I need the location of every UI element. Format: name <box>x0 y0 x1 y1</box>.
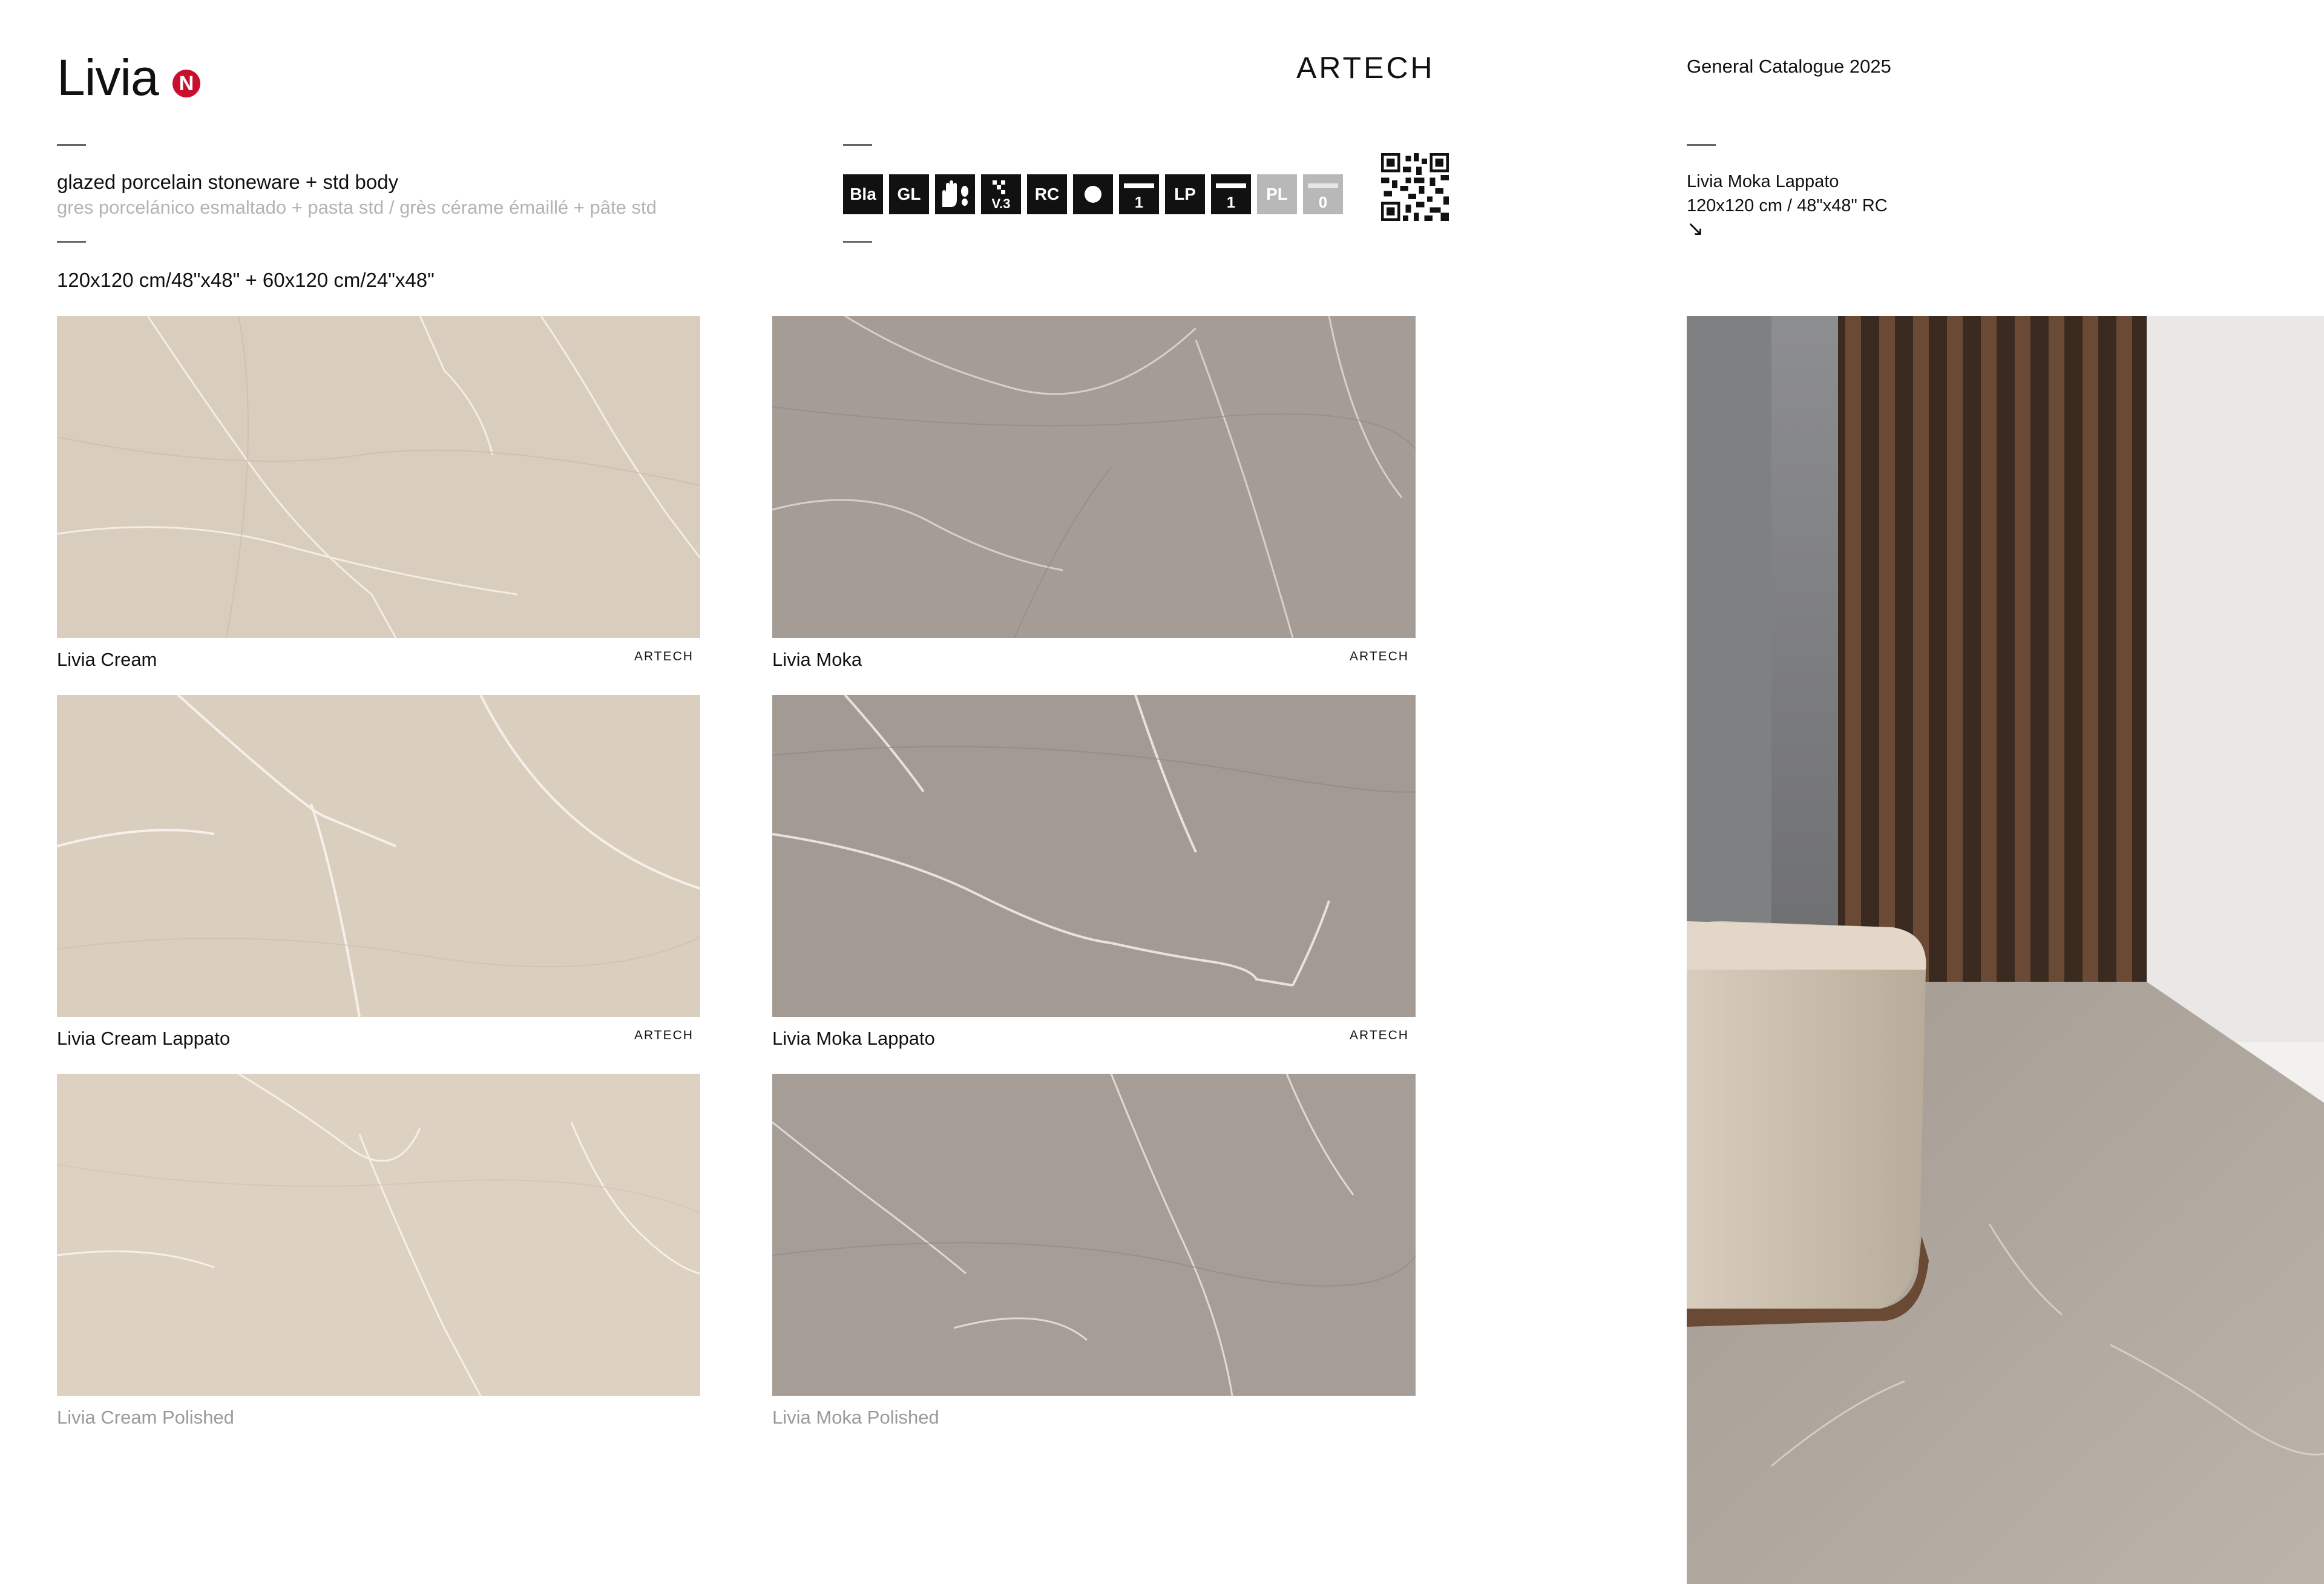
qr-code-icon[interactable] <box>1381 153 1449 221</box>
tile-base <box>57 1074 700 1396</box>
ambient-product-name: Livia Moka Lappato <box>1687 172 1839 191</box>
tile-base <box>57 316 700 638</box>
shoe-bar <box>1124 183 1154 188</box>
slip-resistance-icon: 1 <box>1119 174 1159 214</box>
tile-brand-mark: ARTECH <box>634 1028 694 1042</box>
dot-icon <box>1073 174 1113 214</box>
tile-sample-cream-lappato <box>57 695 700 1017</box>
tile-brand-mark: ARTECH <box>1350 649 1409 663</box>
tile-brand-mark: ARTECH <box>634 649 694 663</box>
ambient-photo <box>1687 316 2324 1584</box>
divider <box>1687 144 1716 146</box>
new-badge: N <box>172 70 200 97</box>
tile-sample-cream <box>57 316 700 638</box>
shade-dots-glyph <box>993 180 1005 194</box>
bla-label: Bla <box>850 185 876 203</box>
shade-variation-label: V.3 <box>991 196 1011 211</box>
sample-name: Livia Cream <box>57 649 157 670</box>
size-formats: 120x120 cm/48"x48" + 60x120 cm/24"x48" <box>57 269 435 291</box>
divider <box>57 144 86 146</box>
tile-base <box>772 695 1416 1017</box>
pl-label: PL <box>1266 185 1288 203</box>
gl-label: GL <box>897 185 921 203</box>
marble-texture <box>57 695 700 1017</box>
dot-glyph <box>1085 186 1101 203</box>
slip-resistance-label: 1 <box>1226 193 1236 211</box>
material-description: glazed porcelain stoneware + std body <box>57 171 399 193</box>
slip-resistance-label: 1 <box>1134 193 1144 211</box>
tile-brand-mark: ARTECH <box>1350 1028 1409 1042</box>
shoe-bar <box>1216 183 1246 188</box>
shade-variation-icon: V.3 <box>981 174 1021 214</box>
slip-resistance-icon: 1 <box>1211 174 1251 214</box>
ambient-caption: Livia Moka Lappato 120x120 cm / 48"x48" … <box>1687 169 1888 218</box>
sample-name: Livia Cream Polished <box>57 1407 234 1428</box>
divider <box>57 241 86 243</box>
hand-foot-icon <box>935 174 975 214</box>
gl-icon: GL <box>889 174 929 214</box>
catalogue-title: General Catalogue 2025 <box>1687 56 1891 77</box>
marble-texture <box>772 695 1416 1017</box>
divider <box>843 241 872 243</box>
tile-sample-moka-polished <box>772 1074 1416 1396</box>
ambient-product-size: 120x120 cm / 48"x48" RC <box>1687 196 1888 215</box>
slip-resistance-label: 0 <box>1318 193 1328 211</box>
bla-icon: Bla <box>843 174 883 214</box>
sample-name: Livia Moka Polished <box>772 1407 939 1428</box>
brand-logo: ARTECH <box>1296 51 1435 85</box>
rc-icon: RC <box>1027 174 1067 214</box>
shoe-bar <box>1308 183 1338 188</box>
pl-icon: PL <box>1257 174 1297 214</box>
lp-icon: LP <box>1165 174 1205 214</box>
tile-sample-cream-polished <box>57 1074 700 1396</box>
interior-scene <box>1687 316 2324 1584</box>
tile-base <box>772 316 1416 638</box>
marble-texture <box>772 316 1416 638</box>
lp-label: LP <box>1174 185 1196 203</box>
marble-texture <box>772 1074 1416 1396</box>
marble-texture <box>57 316 700 638</box>
material-description-translations: gres porcelánico esmaltado + pasta std /… <box>57 197 657 218</box>
arrow-down-right-icon: ↘ <box>1687 217 1704 240</box>
tile-base <box>57 695 700 1017</box>
divider <box>843 144 872 146</box>
tile-base <box>772 1074 1416 1396</box>
collection-title: Livia <box>57 49 159 106</box>
tile-sample-moka-lappato <box>772 695 1416 1017</box>
sample-name: Livia Cream Lappato <box>57 1028 231 1049</box>
rc-label: RC <box>1034 185 1060 203</box>
hand-foot-glyph <box>942 180 968 207</box>
tile-sample-moka <box>772 316 1416 638</box>
sample-name: Livia Moka <box>772 649 862 670</box>
slip-resistance-icon: 0 <box>1303 174 1343 214</box>
marble-texture <box>57 1074 700 1396</box>
sample-name: Livia Moka Lappato <box>772 1028 935 1049</box>
